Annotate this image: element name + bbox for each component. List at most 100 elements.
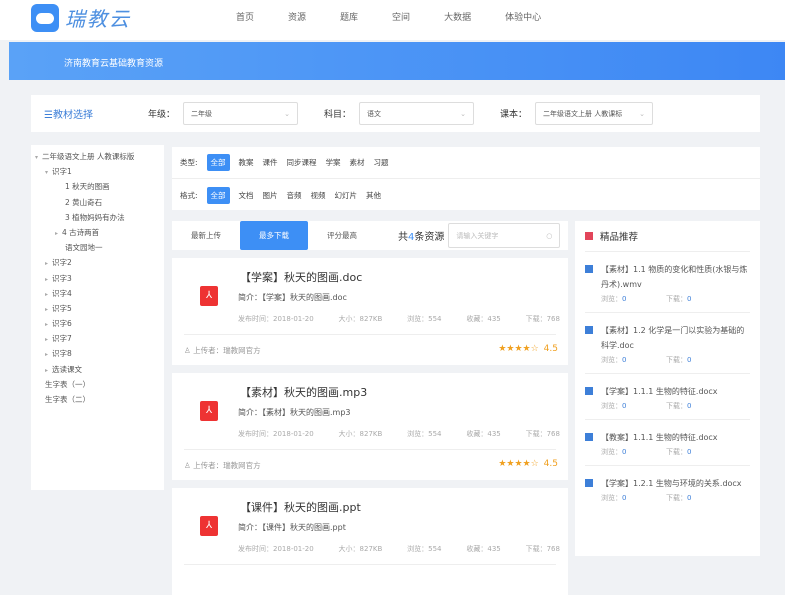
tree-node[interactable]: ▸ 识字2 [31, 255, 164, 270]
tree-node-label: 1 秋天的图画 [65, 182, 110, 192]
tree-node[interactable]: ▸ 4 古诗两首 [31, 225, 164, 240]
views-value: 0 [622, 402, 627, 410]
resource-card[interactable]: ⅄ 【学案】秋天的图画.doc 简介：【学案】秋天的图画.doc 发布时间：2018-… [172, 258, 568, 365]
downloads-stat: 下载：0 [666, 355, 731, 365]
format-option[interactable]: 文档 [239, 190, 254, 201]
downloads-value: 0 [687, 448, 692, 456]
tree-node[interactable]: ▸ 识字7 [31, 331, 164, 346]
recommend-item[interactable]: 【素材】1.1 物质的变化和性质(水银与炼丹术).wmv 浏览：0 下载：0 [585, 252, 750, 313]
tree-node[interactable]: 1 秋天的图画 [31, 179, 164, 194]
user-icon: ♙ [184, 346, 194, 355]
nav-experience[interactable]: 体验中心 [505, 10, 541, 23]
sort-newest[interactable]: 最新上传 [172, 221, 240, 250]
type-option[interactable]: 学案 [326, 157, 341, 168]
nav-resources[interactable]: 资源 [288, 10, 306, 23]
nav-bigdata[interactable]: 大数据 [444, 10, 471, 23]
recommend-item-name[interactable]: 【学案】1.2.1 生物与环境的关系.docx [601, 476, 750, 491]
nav-space[interactable]: 空间 [392, 10, 410, 23]
tree-node[interactable]: ▸ 识字8 [31, 346, 164, 361]
resource-description: 简介：【课件】秋天的图画.ppt [238, 522, 346, 533]
recommend-item[interactable]: 【教案】1.1.1 生物的特征.docx 浏览：0 下载：0 [585, 420, 750, 466]
tree-node-label: 2 黄山奇石 [65, 197, 103, 207]
resource-title[interactable]: 【素材】秋天的图画.mp3 [240, 384, 367, 400]
caret-right-icon[interactable]: ▸ [45, 276, 48, 283]
type-label: 类型: [180, 158, 198, 167]
caret-right-icon[interactable]: ▸ [45, 367, 48, 374]
tree-node[interactable]: ▸ 识字6 [31, 316, 164, 331]
type-option[interactable]: 教案 [239, 157, 254, 168]
caret-right-icon[interactable]: ▸ [45, 321, 48, 328]
rating-value: 4.5 [543, 344, 558, 354]
caret-right-icon[interactable]: ▸ [45, 351, 48, 358]
views-value: 0 [622, 448, 627, 456]
recommend-stats: 浏览：0 下载：0 [601, 355, 750, 365]
caret-down-icon[interactable]: ▾ [45, 169, 48, 176]
recommend-item-name[interactable]: 【素材】1.1 物质的变化和性质(水银与炼丹术).wmv [601, 262, 750, 292]
resource-title[interactable]: 【学案】秋天的图画.doc [240, 269, 362, 285]
type-option[interactable]: 习题 [374, 157, 389, 168]
recommend-item[interactable]: 【学案】1.2.1 生物与环境的关系.docx 浏览：0 下载：0 [585, 466, 750, 511]
word-doc-icon [585, 265, 593, 273]
caret-right-icon[interactable]: ▸ [45, 260, 48, 267]
tree-node[interactable]: 生字表（二） [31, 392, 164, 407]
caret-down-icon[interactable]: ▾ [35, 154, 38, 161]
selector-title: ☰教材选择 [44, 110, 93, 121]
format-option[interactable]: 图片 [263, 190, 278, 201]
format-option[interactable]: 视频 [311, 190, 326, 201]
recommend-item-name[interactable]: 【素材】1.2 化学是一门以实验为基础的科学.doc [601, 323, 750, 353]
search-input[interactable]: 请输入关键字 ○ [448, 223, 561, 248]
sort-most-downloaded[interactable]: 最多下载 [240, 221, 308, 250]
type-option[interactable]: 同步课程 [287, 157, 317, 168]
pdf-file-icon: ⅄ [200, 516, 218, 536]
caret-right-icon[interactable]: ▸ [45, 306, 48, 313]
type-option[interactable]: 素材 [350, 157, 365, 168]
resource-card[interactable]: ⅄ 【素材】秋天的图画.mp3 简介：【素材】秋天的图画.mp3 发布时间：2018-… [172, 373, 568, 480]
search-icon[interactable]: ○ [546, 232, 552, 240]
tree-node[interactable]: 2 黄山奇石 [31, 195, 164, 210]
downloads-label: 下载： [666, 356, 687, 364]
book-label: 课本： [500, 110, 528, 120]
meta-date: 发布时间：2018-01-20 [238, 315, 314, 323]
caret-right-icon[interactable]: ▸ [45, 336, 48, 343]
logo[interactable]: 瑞教云 [31, 3, 131, 32]
book-select[interactable]: 二年级语文上册 人教课标 ⌄ [535, 102, 654, 125]
subject-select[interactable]: 语文 ⌄ [359, 102, 475, 125]
meta-size: 大小：827KB [338, 315, 383, 323]
tree-node[interactable]: ▸ 识字5 [31, 301, 164, 316]
tree-node[interactable]: 生字表（一） [31, 377, 164, 392]
caret-right-icon[interactable]: ▸ [55, 230, 58, 237]
tree-node[interactable]: 语文园地一 [31, 240, 164, 255]
nav-home[interactable]: 首页 [236, 10, 254, 23]
word-doc-icon [585, 479, 593, 487]
resource-title[interactable]: 【课件】秋天的图画.ppt [240, 499, 361, 515]
tree-node-label: 识字2 [52, 258, 72, 268]
recommend-item-name[interactable]: 【学案】1.1.1 生物的特征.docx [601, 384, 750, 399]
format-option[interactable]: 其他 [366, 190, 381, 201]
tree-node-label: 生字表（一） [45, 379, 90, 389]
type-option[interactable]: 课件 [263, 157, 278, 168]
tree-node[interactable]: ▾ 识字1 [31, 164, 164, 179]
search-placeholder: 请输入关键字 [456, 231, 499, 240]
user-icon: ♙ [184, 461, 194, 470]
resource-card[interactable]: ⅄ 【课件】秋天的图画.ppt 简介：【课件】秋天的图画.ppt 发布时间：2018-… [172, 488, 568, 595]
format-option[interactable]: 音频 [287, 190, 302, 201]
tree-node[interactable]: ▸ 识字4 [31, 286, 164, 301]
nav-questions[interactable]: 题库 [340, 10, 358, 23]
tree-node[interactable]: ▸ 选读课文 [31, 362, 164, 377]
format-option[interactable]: 幻灯片 [335, 190, 358, 201]
format-option[interactable]: 全部 [206, 186, 230, 204]
type-option[interactable]: 全部 [206, 154, 230, 171]
grade-select[interactable]: 二年级 ⌄ [183, 102, 299, 125]
tree-node[interactable]: ▾ 二年级语文上册 人教课标版 [31, 149, 164, 164]
tree-node[interactable]: ▸ 识字3 [31, 271, 164, 286]
caret-right-icon[interactable]: ▸ [45, 291, 48, 298]
recommend-item-name[interactable]: 【教案】1.1.1 生物的特征.docx [601, 430, 750, 445]
resource-meta: 发布时间：2018-01-20 大小：827KB 浏览：554 收藏：435 下载：76… [238, 429, 560, 439]
recommend-title: 精品推荐 [600, 232, 639, 243]
resource-description: 简介：【学案】秋天的图画.doc [238, 292, 347, 303]
tree-node[interactable]: 3 植物妈妈有办法 [31, 210, 164, 225]
sort-top-rated[interactable]: 评分最高 [308, 221, 376, 250]
banner: 济南教育云基础教育资源 [9, 42, 785, 80]
recommend-item[interactable]: 【学案】1.1.1 生物的特征.docx 浏览：0 下载：0 [585, 374, 750, 420]
recommend-item[interactable]: 【素材】1.2 化学是一门以实验为基础的科学.doc 浏览：0 下载：0 [585, 313, 750, 374]
